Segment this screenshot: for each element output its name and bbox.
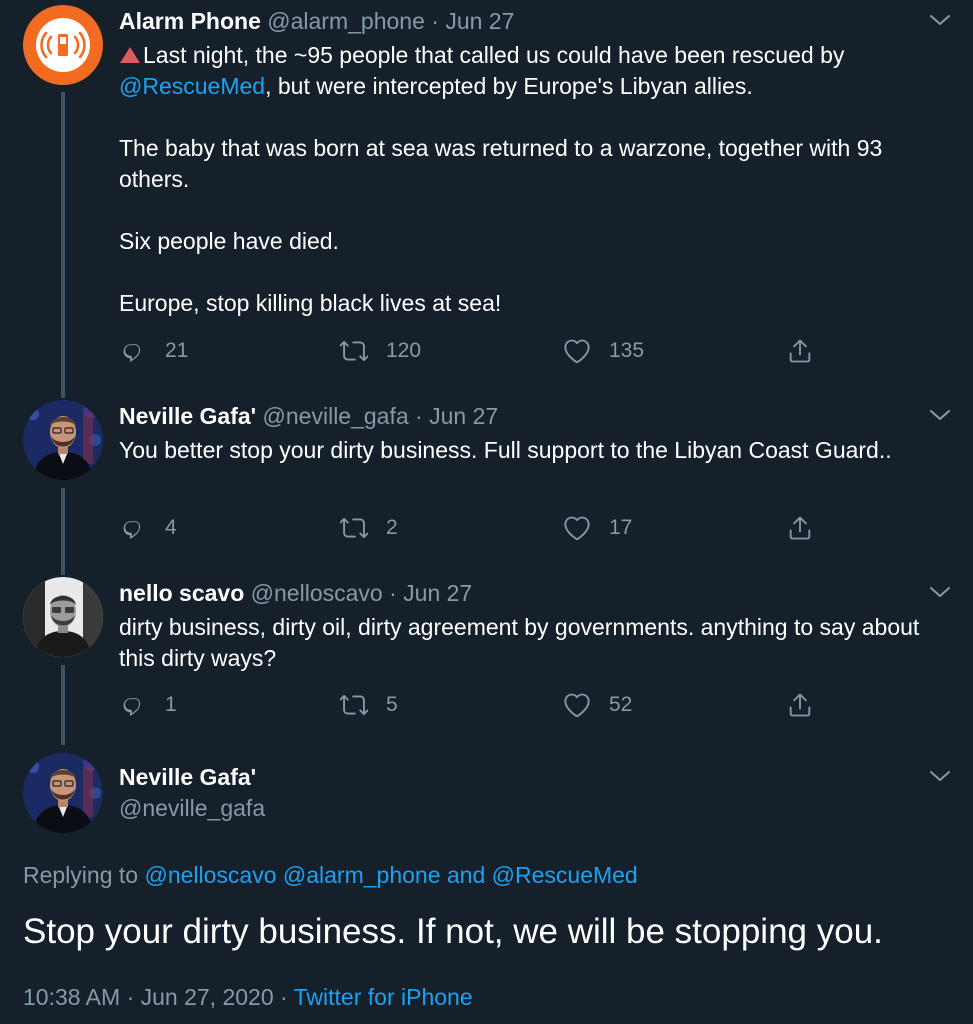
red-triangle-icon: [120, 47, 140, 63]
reply-count: 4: [165, 516, 177, 539]
retweet-count: 5: [386, 693, 398, 716]
user-handle[interactable]: @neville_gafa: [119, 793, 265, 823]
reply-count: 1: [165, 693, 177, 716]
reply-icon: [119, 514, 147, 542]
heart-icon: [563, 691, 591, 719]
timestamp-text[interactable]: 10:38 AM · Jun 27, 2020 ·: [23, 984, 294, 1010]
like-button[interactable]: 135: [563, 336, 644, 366]
tweet-date[interactable]: Jun 27: [429, 403, 498, 429]
user-handle[interactable]: @neville_gafa: [263, 403, 409, 429]
avatar[interactable]: [23, 577, 103, 657]
mention-links[interactable]: @nelloscavo @alarm_phone and @RescueMed: [144, 862, 637, 888]
avatar[interactable]: [23, 400, 103, 480]
retweet-count: 2: [386, 516, 398, 539]
reply-button[interactable]: 4: [119, 513, 177, 543]
tweet-paragraph: dirty business, dirty oil, dirty agreeme…: [119, 614, 920, 671]
display-name[interactable]: Neville Gafa': [119, 762, 256, 792]
display-name[interactable]: nello scavo: [119, 580, 244, 606]
separator-dot: ·: [389, 580, 397, 606]
retweet-icon: [340, 514, 368, 542]
retweet-count: 120: [386, 339, 422, 362]
display-name-text: Neville Gafa': [119, 764, 257, 790]
mention-link[interactable]: @RescueMed: [119, 73, 265, 99]
user-handle[interactable]: @nelloscavo: [251, 580, 383, 606]
tweet-header: nello scavo @nelloscavo · Jun 27: [119, 578, 472, 608]
tweet-thread: Alarm Phone @alarm_phone · Jun 27 Last n…: [0, 0, 973, 1024]
tweet-date[interactable]: Jun 27: [445, 8, 514, 34]
thread-line: [61, 488, 65, 565]
heart-icon: [563, 337, 591, 365]
avatar[interactable]: [23, 5, 103, 85]
like-count: 52: [609, 693, 633, 716]
retweet-button[interactable]: 5: [340, 690, 398, 720]
tweet-text-line: Last night, the ~95 people that called u…: [143, 42, 845, 68]
chevron-down-icon[interactable]: [929, 408, 951, 422]
replying-to-label: Replying to: [23, 862, 145, 888]
chevron-down-icon[interactable]: [929, 769, 951, 783]
tweet-paragraph: Six people have died.: [119, 228, 339, 254]
thread-line: [61, 92, 65, 392]
separator-dot: ·: [415, 403, 423, 429]
tweet-paragraph: Europe, stop killing black lives at sea!: [119, 290, 502, 316]
share-icon: [786, 514, 814, 542]
like-count: 135: [609, 339, 645, 362]
main-tweet-text: Stop your dirty business. If not, we wil…: [23, 912, 883, 951]
tweet-text: Last night, the ~95 people that called u…: [119, 40, 949, 319]
thread-line: [61, 388, 65, 398]
reply-icon: [119, 691, 147, 719]
tweet-text: You better stop your dirty business. Ful…: [119, 435, 949, 466]
retweet-button[interactable]: 120: [340, 336, 421, 366]
share-button[interactable]: [786, 690, 832, 720]
chevron-down-icon[interactable]: [929, 13, 951, 27]
phone-signal-icon: [36, 18, 90, 72]
separator-dot: ·: [431, 8, 439, 34]
tweet-header: Neville Gafa' @neville_gafa · Jun 27: [119, 401, 498, 431]
profile-photo: [23, 753, 103, 833]
tweet-nello-scavo[interactable]: nello scavo @nelloscavo · Jun 27 dirty b…: [0, 565, 973, 745]
heart-icon: [563, 514, 591, 542]
like-button[interactable]: 17: [563, 513, 632, 543]
profile-photo: [23, 577, 103, 657]
tweet-paragraph: You better stop your dirty business. Ful…: [119, 437, 892, 463]
user-handle-text: @neville_gafa: [119, 795, 266, 821]
replying-to: Replying to @nelloscavo @alarm_phone and…: [23, 860, 638, 890]
user-handle[interactable]: @alarm_phone: [267, 8, 425, 34]
tweet-actions: 4 2 17: [119, 513, 839, 543]
tweet-text: dirty business, dirty oil, dirty agreeme…: [119, 612, 949, 674]
reply-count: 21: [165, 339, 189, 362]
tweet-timestamp: 10:38 AM · Jun 27, 2020 · Twitter for iP…: [23, 982, 473, 1012]
like-button[interactable]: 52: [563, 690, 632, 720]
share-button[interactable]: [786, 336, 832, 366]
thread-line: [61, 665, 65, 745]
share-button[interactable]: [786, 513, 832, 543]
profile-photo: [23, 400, 103, 480]
reply-button[interactable]: 1: [119, 690, 177, 720]
tweet-date[interactable]: Jun 27: [403, 580, 472, 606]
display-name[interactable]: Neville Gafa': [119, 403, 256, 429]
tweet-text-line: , but were intercepted by Europe's Libya…: [265, 73, 753, 99]
tweet-actions: 21 120 135: [119, 336, 839, 366]
reply-icon: [119, 337, 147, 365]
retweet-button[interactable]: 2: [340, 513, 398, 543]
tweet-paragraph: Last night, the ~95 people that called u…: [119, 40, 949, 102]
source-link[interactable]: Twitter for iPhone: [294, 984, 473, 1010]
reply-button[interactable]: 21: [119, 336, 188, 366]
chevron-down-icon[interactable]: [929, 585, 951, 599]
share-icon: [786, 337, 814, 365]
like-count: 17: [609, 516, 633, 539]
display-name[interactable]: Alarm Phone: [119, 8, 261, 34]
tweet-paragraph: The baby that was born at sea was return…: [119, 135, 883, 192]
tweet-actions: 1 5 52: [119, 690, 839, 720]
retweet-icon: [340, 691, 368, 719]
retweet-icon: [340, 337, 368, 365]
tweet-alarm-phone[interactable]: Alarm Phone @alarm_phone · Jun 27 Last n…: [0, 0, 973, 392]
avatar[interactable]: [23, 753, 103, 833]
tweet-header: Alarm Phone @alarm_phone · Jun 27: [119, 6, 514, 36]
thread-line: [61, 565, 65, 575]
share-icon: [786, 691, 814, 719]
tweet-neville-gafa[interactable]: Neville Gafa' @neville_gafa · Jun 27 You…: [0, 388, 973, 565]
